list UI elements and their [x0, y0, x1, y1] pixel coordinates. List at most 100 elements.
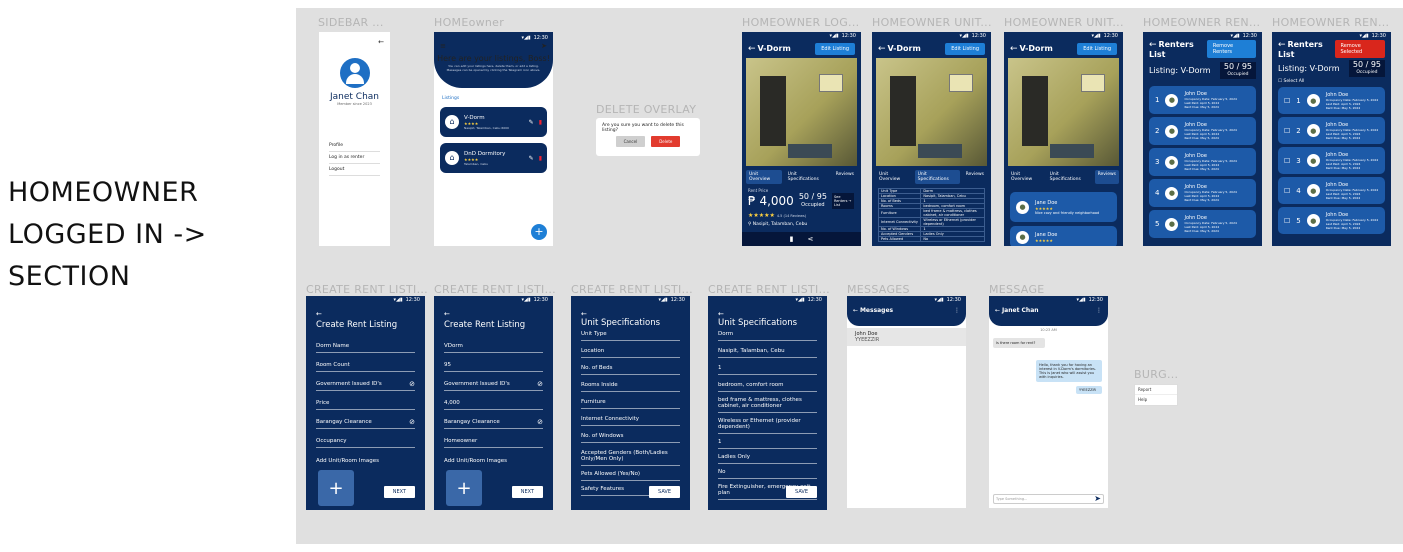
delete-icon[interactable]: ▮: [539, 155, 542, 162]
renter-card[interactable]: 1 ● John Doe Occupancy Date: February 5, 20…: [1149, 86, 1256, 114]
back-arrow-icon[interactable]: ←: [708, 304, 827, 318]
add-image-button[interactable]: +: [446, 470, 482, 506]
tab-overview[interactable]: Unit Overview: [876, 170, 912, 184]
renter-card[interactable]: ☐ 4 ● John Doe Occupancy Date: February 5, 2…: [1278, 177, 1385, 204]
send-icon[interactable]: ➤: [1094, 494, 1101, 503]
price-field[interactable]: 4,000: [444, 391, 543, 410]
add-image-button[interactable]: +: [318, 470, 354, 506]
listing-card[interactable]: ⌂ DnD Dormitory ★★★★ Talamban, Cebu ✎ ▮: [440, 143, 547, 173]
checkbox[interactable]: ☐: [1284, 127, 1290, 135]
back-arrow-icon[interactable]: ←: [571, 304, 690, 318]
renter-card[interactable]: ☐ 3 ● John Doe Occupancy Date: February 5, 2…: [1278, 147, 1385, 174]
spec-field[interactable]: Ladies Only: [718, 449, 817, 464]
back-arrow-icon[interactable]: ←: [319, 32, 390, 46]
see-renters-button[interactable]: See Renters → List: [831, 193, 854, 209]
back-arrow-icon[interactable]: ←: [748, 44, 756, 54]
conversation-item[interactable]: John Doe YYEEZZIR: [847, 328, 966, 346]
spec-field[interactable]: Location: [581, 341, 680, 358]
spec-field[interactable]: bedroom, comfort room: [718, 375, 817, 392]
spec-field[interactable]: Rooms Inside: [581, 375, 680, 392]
attach-icon[interactable]: ⊘: [409, 380, 415, 388]
attach-icon[interactable]: ⊘: [537, 418, 543, 426]
save-button[interactable]: SAVE: [649, 486, 680, 498]
next-button[interactable]: NEXT: [511, 486, 543, 498]
checkbox[interactable]: ☐: [1284, 157, 1290, 165]
spec-field[interactable]: Accepted Genders (Both/Ladies Only/Men O…: [581, 443, 680, 466]
sidebar-item-logout[interactable]: Logout: [329, 164, 380, 176]
room-count-field[interactable]: Room Count: [316, 353, 415, 372]
renter-card[interactable]: ☐ 1 ● John Doe Occupancy Date: February 5, 2…: [1278, 87, 1385, 114]
edit-listing-button[interactable]: Edit Listing: [815, 43, 855, 55]
price-field[interactable]: Price: [316, 391, 415, 410]
spec-field[interactable]: bed frame & mattress, clothes cabinet, a…: [718, 392, 817, 413]
spec-field[interactable]: Pets Allowed (Yes/No): [581, 466, 680, 481]
back-arrow-icon[interactable]: ←: [1278, 40, 1286, 50]
tab-reviews[interactable]: Reviews: [963, 170, 987, 184]
dorm-name-field[interactable]: VDorm: [444, 334, 543, 353]
tab-reviews[interactable]: Reviews: [833, 170, 857, 184]
spec-field[interactable]: No. of Beds: [581, 358, 680, 375]
select-all-checkbox[interactable]: ☐ Select All: [1272, 79, 1391, 84]
menu-item-report[interactable]: Report: [1135, 385, 1177, 395]
more-icon[interactable]: ⋮: [1096, 307, 1102, 314]
back-arrow-icon[interactable]: ←: [853, 307, 858, 314]
barangay-clearance-field[interactable]: Barangay Clearance ⊘: [444, 410, 543, 429]
spec-field[interactable]: 1: [718, 358, 817, 375]
renter-card[interactable]: ☐ 5 ● John Doe Occupancy Date: February 5, 2…: [1278, 207, 1385, 234]
spec-field[interactable]: Internet Connectivity: [581, 409, 680, 426]
spec-field[interactable]: No. of Windows: [581, 426, 680, 443]
government-id-field[interactable]: Government Issued ID's ⊘: [316, 372, 415, 391]
tab-specifications[interactable]: Unit Specifications: [914, 170, 960, 184]
menu-item-help[interactable]: Help: [1135, 395, 1177, 404]
attach-icon[interactable]: ⊘: [537, 380, 543, 388]
back-arrow-icon[interactable]: ←: [995, 307, 1000, 314]
burger-icon[interactable]: ≡: [440, 42, 446, 50]
sidebar-item-profile[interactable]: Profile: [329, 140, 380, 152]
save-button[interactable]: SAVE: [786, 486, 817, 498]
add-listing-button[interactable]: +: [531, 224, 547, 240]
back-arrow-icon[interactable]: ←: [306, 304, 425, 318]
occupancy-field[interactable]: Occupancy: [316, 429, 415, 448]
checkbox[interactable]: ☐: [1284, 97, 1290, 105]
spec-field[interactable]: Dorm: [718, 328, 817, 341]
dorm-name-field[interactable]: Dorm Name: [316, 334, 415, 353]
next-button[interactable]: NEXT: [383, 486, 415, 498]
checkbox[interactable]: ☐: [1284, 217, 1290, 225]
telegram-icon[interactable]: ➤: [541, 42, 547, 50]
occupancy-field[interactable]: Homeowner: [444, 429, 543, 448]
sidebar-item-renter[interactable]: Log in as renter: [329, 152, 380, 164]
listing-card[interactable]: ⌂ V-Dorm ★★★★ Nasipit, Talamban, Cebu 60…: [440, 107, 547, 137]
edit-icon[interactable]: ✎: [529, 119, 534, 126]
tab-specifications[interactable]: Unit Specifications: [785, 170, 830, 184]
spec-field[interactable]: Unit Type: [581, 328, 680, 341]
more-icon[interactable]: ⋮: [954, 307, 960, 314]
delete-icon[interactable]: ▮: [539, 119, 542, 126]
renter-card[interactable]: 3 ● John Doe Occupancy Date: February 5, 20…: [1149, 148, 1256, 176]
spec-field[interactable]: Nasipit, Talamban, Cebu: [718, 341, 817, 358]
edit-listing-button[interactable]: Edit Listing: [945, 43, 985, 55]
remove-selected-button[interactable]: Remove Selected: [1334, 40, 1385, 58]
message-input[interactable]: Type Something... ➤: [993, 494, 1104, 504]
renter-card[interactable]: 5 ● John Doe Occupancy Date: February 5, 20…: [1149, 210, 1256, 238]
tab-reviews[interactable]: Reviews: [1094, 170, 1119, 184]
tab-overview[interactable]: Unit Overview: [746, 170, 782, 184]
back-arrow-icon[interactable]: ←: [1149, 40, 1157, 50]
spec-field[interactable]: No: [718, 464, 817, 479]
attach-icon[interactable]: ⊘: [409, 418, 415, 426]
spec-field[interactable]: Furniture: [581, 392, 680, 409]
back-arrow-icon[interactable]: ←: [1010, 44, 1018, 54]
edit-icon[interactable]: ✎: [529, 155, 534, 162]
tab-overview[interactable]: Unit Overview: [1008, 170, 1044, 184]
remove-renters-button[interactable]: Remove Renters: [1206, 40, 1256, 58]
renter-card[interactable]: ☐ 2 ● John Doe Occupancy Date: February 5, 2…: [1278, 117, 1385, 144]
barangay-clearance-field[interactable]: Barangay Clearance ⊘: [316, 410, 415, 429]
bookmark-icon[interactable]: ▮: [790, 235, 794, 243]
share-icon[interactable]: ⋖: [807, 235, 813, 243]
spec-field[interactable]: 1: [718, 434, 817, 449]
checkbox[interactable]: ☐: [1284, 187, 1290, 195]
spec-field[interactable]: Wireless or Ethernet (provider dependent…: [718, 413, 817, 434]
back-arrow-icon[interactable]: ←: [878, 44, 886, 54]
edit-listing-button[interactable]: Edit Listing: [1077, 43, 1117, 55]
renter-card[interactable]: 4 ● John Doe Occupancy Date: February 5, 20…: [1149, 179, 1256, 207]
cancel-button[interactable]: Cancel: [615, 136, 646, 147]
